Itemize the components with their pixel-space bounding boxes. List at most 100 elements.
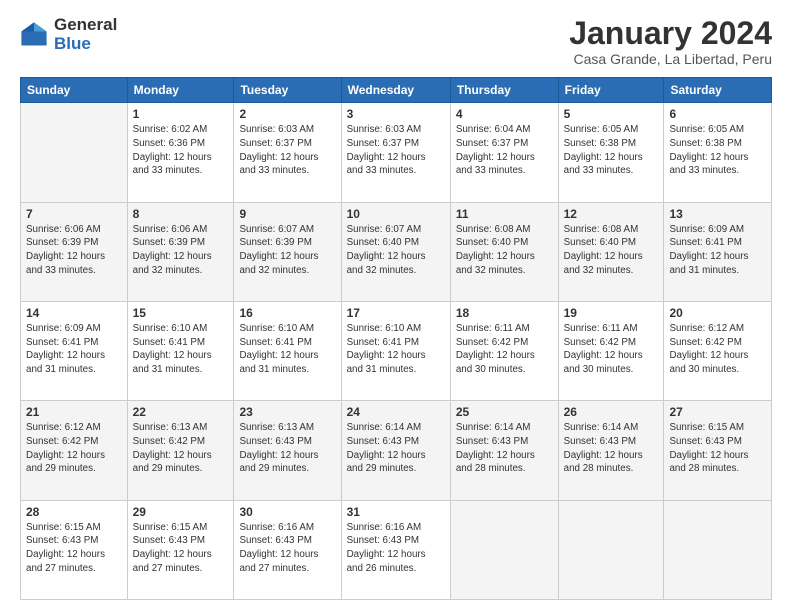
calendar-week-2: 7 Sunrise: 6:06 AM Sunset: 6:39 PM Daylig…: [21, 202, 772, 301]
calendar-cell: 16 Sunrise: 6:10 AM Sunset: 6:41 PM Dayli…: [234, 301, 341, 400]
day-number: 20: [669, 306, 766, 320]
calendar-week-1: 1Sunrise: 6:02 AM Sunset: 6:36 PM Daylig…: [21, 103, 772, 202]
day-info: Sunrise: 6:07 AM Sunset: 6:40 PM Dayligh…: [347, 223, 445, 278]
logo: General Blue: [20, 16, 117, 53]
day-info: Sunrise: 6:07 AM Sunset: 6:39 PM Dayligh…: [239, 223, 335, 278]
calendar-cell: 13 Sunrise: 6:09 AM Sunset: 6:41 PM Dayli…: [664, 202, 772, 301]
col-thursday: Thursday: [450, 78, 558, 103]
logo-icon: [20, 21, 48, 49]
col-saturday: Saturday: [664, 78, 772, 103]
calendar-cell: 3 Sunrise: 6:03 AM Sunset: 6:37 PM Daylig…: [341, 103, 450, 202]
day-info: Sunrise: 6:10 AM Sunset: 6:41 PM Dayligh…: [239, 322, 335, 377]
calendar-cell: 12 Sunrise: 6:08 AM Sunset: 6:40 PM Dayli…: [558, 202, 664, 301]
day-info: Sunrise: 6:04 AM Sunset: 6:37 PM Dayligh…: [456, 123, 553, 178]
calendar-cell: 27Sunrise: 6:15 AM Sunset: 6:43 PM Dayli…: [664, 401, 772, 500]
col-friday: Friday: [558, 78, 664, 103]
month-title: January 2024: [569, 16, 772, 51]
day-number: 2: [239, 107, 335, 121]
day-number: 15: [133, 306, 229, 320]
day-number: 5: [564, 107, 659, 121]
day-number: 28: [26, 505, 122, 519]
calendar-cell: 24 Sunrise: 6:14 AM Sunset: 6:43 PM Dayli…: [341, 401, 450, 500]
calendar-header: Sunday Monday Tuesday Wednesday Thursday…: [21, 78, 772, 103]
day-info: Sunrise: 6:15 AM Sunset: 6:43 PM Dayligh…: [133, 521, 229, 576]
calendar-cell: [21, 103, 128, 202]
day-number: 11: [456, 207, 553, 221]
day-info: Sunrise: 6:05 AM Sunset: 6:38 PM Dayligh…: [564, 123, 659, 178]
calendar-cell: 26 Sunrise: 6:14 AM Sunset: 6:43 PM Dayli…: [558, 401, 664, 500]
day-info: Sunrise: 6:14 AM Sunset: 6:43 PM Dayligh…: [347, 421, 445, 476]
day-info: Sunrise: 6:03 AM Sunset: 6:37 PM Dayligh…: [347, 123, 445, 178]
day-info: Sunrise: 6:06 AM Sunset: 6:39 PM Dayligh…: [133, 223, 229, 278]
day-info: Sunrise: 6:10 AM Sunset: 6:41 PM Dayligh…: [133, 322, 229, 377]
col-monday: Monday: [127, 78, 234, 103]
calendar-cell: 18Sunrise: 6:11 AM Sunset: 6:42 PM Dayli…: [450, 301, 558, 400]
day-info: Sunrise: 6:15 AM Sunset: 6:43 PM Dayligh…: [26, 521, 122, 576]
day-number: 4: [456, 107, 553, 121]
calendar-cell: 6Sunrise: 6:05 AM Sunset: 6:38 PM Daylig…: [664, 103, 772, 202]
calendar-cell: 25 Sunrise: 6:14 AM Sunset: 6:43 PM Dayli…: [450, 401, 558, 500]
day-number: 13: [669, 207, 766, 221]
day-number: 16: [239, 306, 335, 320]
day-number: 10: [347, 207, 445, 221]
calendar-cell: 30 Sunrise: 6:16 AM Sunset: 6:43 PM Dayli…: [234, 500, 341, 599]
calendar-week-4: 21 Sunrise: 6:12 AM Sunset: 6:42 PM Dayli…: [21, 401, 772, 500]
calendar-cell: 4 Sunrise: 6:04 AM Sunset: 6:37 PM Daylig…: [450, 103, 558, 202]
calendar-cell: 29 Sunrise: 6:15 AM Sunset: 6:43 PM Dayli…: [127, 500, 234, 599]
header: General Blue January 2024 Casa Grande, L…: [20, 16, 772, 67]
calendar-cell: 31Sunrise: 6:16 AM Sunset: 6:43 PM Dayli…: [341, 500, 450, 599]
day-number: 12: [564, 207, 659, 221]
calendar-cell: 2 Sunrise: 6:03 AM Sunset: 6:37 PM Daylig…: [234, 103, 341, 202]
col-tuesday: Tuesday: [234, 78, 341, 103]
calendar-week-5: 28 Sunrise: 6:15 AM Sunset: 6:43 PM Dayli…: [21, 500, 772, 599]
calendar-cell: 10 Sunrise: 6:07 AM Sunset: 6:40 PM Dayli…: [341, 202, 450, 301]
calendar-cell: 19 Sunrise: 6:11 AM Sunset: 6:42 PM Dayli…: [558, 301, 664, 400]
day-number: 7: [26, 207, 122, 221]
day-number: 27: [669, 405, 766, 419]
calendar-table: Sunday Monday Tuesday Wednesday Thursday…: [20, 77, 772, 600]
day-number: 24: [347, 405, 445, 419]
day-info: Sunrise: 6:12 AM Sunset: 6:42 PM Dayligh…: [669, 322, 766, 377]
day-number: 26: [564, 405, 659, 419]
logo-text: General Blue: [54, 16, 117, 53]
day-number: 19: [564, 306, 659, 320]
logo-blue: Blue: [54, 35, 117, 54]
day-number: 9: [239, 207, 335, 221]
day-info: Sunrise: 6:11 AM Sunset: 6:42 PM Dayligh…: [564, 322, 659, 377]
calendar-cell: 15 Sunrise: 6:10 AM Sunset: 6:41 PM Dayli…: [127, 301, 234, 400]
col-wednesday: Wednesday: [341, 78, 450, 103]
calendar-cell: 20 Sunrise: 6:12 AM Sunset: 6:42 PM Dayli…: [664, 301, 772, 400]
day-number: 14: [26, 306, 122, 320]
day-info: Sunrise: 6:12 AM Sunset: 6:42 PM Dayligh…: [26, 421, 122, 476]
day-info: Sunrise: 6:09 AM Sunset: 6:41 PM Dayligh…: [669, 223, 766, 278]
day-number: 29: [133, 505, 229, 519]
day-number: 30: [239, 505, 335, 519]
day-info: Sunrise: 6:16 AM Sunset: 6:43 PM Dayligh…: [239, 521, 335, 576]
page: General Blue January 2024 Casa Grande, L…: [0, 0, 792, 612]
calendar-cell: [450, 500, 558, 599]
day-info: Sunrise: 6:06 AM Sunset: 6:39 PM Dayligh…: [26, 223, 122, 278]
calendar-cell: 23Sunrise: 6:13 AM Sunset: 6:43 PM Dayli…: [234, 401, 341, 500]
day-info: Sunrise: 6:09 AM Sunset: 6:41 PM Dayligh…: [26, 322, 122, 377]
calendar-cell: 5 Sunrise: 6:05 AM Sunset: 6:38 PM Daylig…: [558, 103, 664, 202]
day-number: 25: [456, 405, 553, 419]
day-info: Sunrise: 6:03 AM Sunset: 6:37 PM Dayligh…: [239, 123, 335, 178]
day-number: 21: [26, 405, 122, 419]
logo-general: General: [54, 16, 117, 35]
calendar-cell: 17Sunrise: 6:10 AM Sunset: 6:41 PM Dayli…: [341, 301, 450, 400]
day-info: Sunrise: 6:10 AM Sunset: 6:41 PM Dayligh…: [347, 322, 445, 377]
day-info: Sunrise: 6:14 AM Sunset: 6:43 PM Dayligh…: [564, 421, 659, 476]
calendar-cell: 14 Sunrise: 6:09 AM Sunset: 6:41 PM Dayli…: [21, 301, 128, 400]
calendar-week-3: 14 Sunrise: 6:09 AM Sunset: 6:41 PM Dayli…: [21, 301, 772, 400]
calendar-cell: 9 Sunrise: 6:07 AM Sunset: 6:39 PM Daylig…: [234, 202, 341, 301]
calendar-cell: 22Sunrise: 6:13 AM Sunset: 6:42 PM Dayli…: [127, 401, 234, 500]
day-info: Sunrise: 6:14 AM Sunset: 6:43 PM Dayligh…: [456, 421, 553, 476]
day-info: Sunrise: 6:08 AM Sunset: 6:40 PM Dayligh…: [564, 223, 659, 278]
day-number: 3: [347, 107, 445, 121]
day-info: Sunrise: 6:05 AM Sunset: 6:38 PM Dayligh…: [669, 123, 766, 178]
calendar-cell: 28 Sunrise: 6:15 AM Sunset: 6:43 PM Dayli…: [21, 500, 128, 599]
day-number: 18: [456, 306, 553, 320]
day-number: 1: [133, 107, 229, 121]
day-number: 8: [133, 207, 229, 221]
day-info: Sunrise: 6:13 AM Sunset: 6:42 PM Dayligh…: [133, 421, 229, 476]
